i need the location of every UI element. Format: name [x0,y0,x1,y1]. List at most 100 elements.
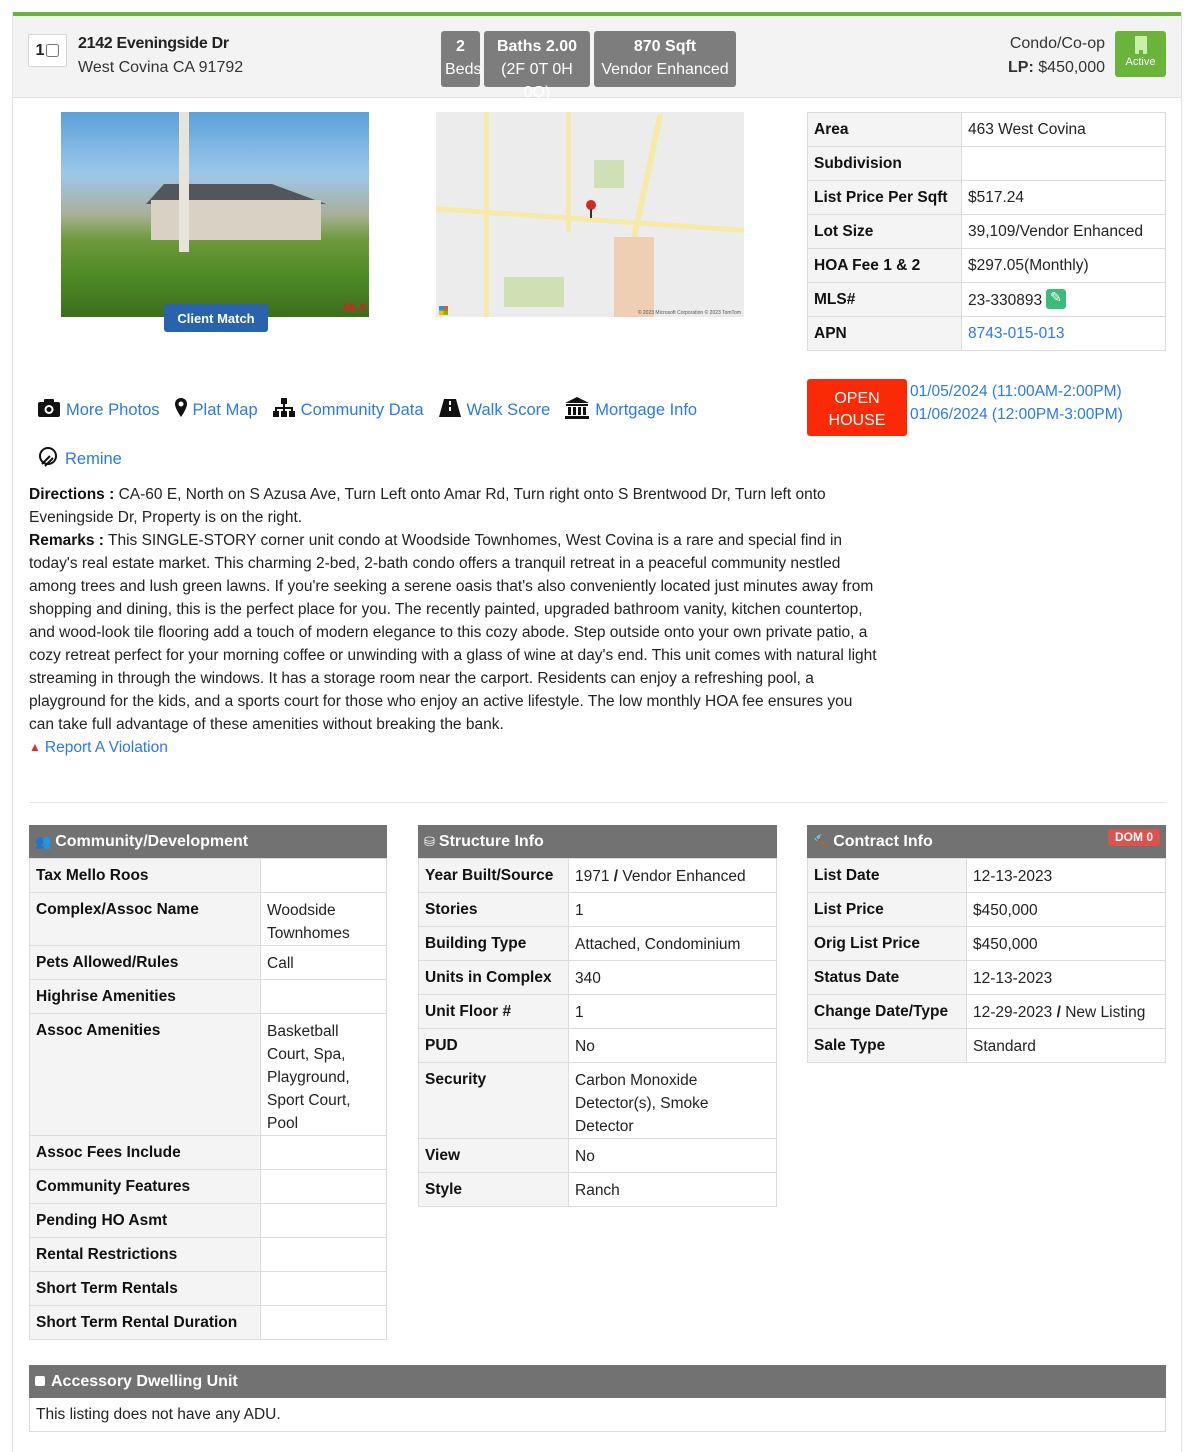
community-data-link[interactable]: Community Data [272,398,424,423]
table-row: Pets Allowed/Rules Call [29,945,387,980]
table-row: Change Date/Type 12-29-2023 / New Listing [807,994,1166,1029]
table-row: APN 8743-015-013 [807,316,1166,351]
client-match-button[interactable]: Client Match [164,304,268,332]
row-value [260,1169,387,1204]
row-label: List Date [807,858,967,893]
table-row: View No [418,1138,777,1173]
row-label: Pets Allowed/Rules [29,945,261,980]
map-road [566,112,571,232]
row-value: $450,000 [966,892,1166,927]
table-row: Sale Type Standard [807,1028,1166,1063]
open-house-date[interactable]: 01/05/2024 (11:00AM-2:00PM) [910,380,1123,403]
apn-link[interactable]: 8743-015-013 [968,325,1065,342]
table-row: Highrise Amenities [29,979,387,1014]
property-type-block: Condo/Co-op LP: $450,000 [1008,32,1105,80]
remine-link[interactable]: Remine [37,446,122,473]
row-label: Change Date/Type [807,994,967,1029]
action-label: More Photos [66,401,160,419]
street-address[interactable]: 2142 Eveningside Dr [78,32,243,56]
table-row: Complex/Assoc Name Woodside Townhomes [29,892,387,946]
row-select[interactable]: 1 [28,34,67,67]
panel-title: Accessory Dwelling Unit [51,1373,238,1390]
change-type: New Listing [1065,1004,1146,1021]
stat-badges: 2 Beds Baths 2.00 (2F 0T 0H 0Q) 870 Sqft… [441,31,736,101]
row-value: 463 West Covina [961,112,1166,147]
report-violation-link[interactable]: ▲ Report A Violation [29,736,881,759]
open-house-button[interactable]: OPEN HOUSE [807,379,907,436]
row-value: 12-29-2023 / New Listing [966,994,1166,1029]
edit-icon[interactable] [1046,289,1067,309]
row-label: Status Date [807,960,967,995]
road-icon [438,398,462,423]
table-row: Year Built/Source 1971 / Vendor Enhanced [418,858,777,893]
action-links: More Photos Plat Map Community Data Walk… [37,397,697,424]
table-row: Assoc Amenities Basketball Court, Spa, Pl… [29,1013,387,1136]
photo-house [151,200,321,240]
mls-cell: 23-330893 [961,282,1166,317]
table-row: Assoc Fees Include [29,1135,387,1170]
row-value: No [568,1138,777,1173]
listing-photo[interactable]: MLS [61,112,369,317]
bank-icon [564,397,590,424]
table-row: PUD No [418,1028,777,1063]
row-value [260,1237,387,1272]
row-value: $517.24 [961,180,1166,215]
baths-detail: (2F 0T 0H 0Q) [501,61,573,101]
beds-badge: 2 Beds [441,31,481,87]
mls-number: 23-330893 [968,292,1043,309]
row-label: Tax Mello Roos [29,858,261,893]
microsoft-logo [439,306,448,315]
property-type: Condo/Co-op [1009,35,1105,52]
row-label: Area [807,112,962,147]
row-label: Highrise Amenities [29,979,261,1014]
row-label: Stories [418,892,569,927]
sitemap-icon [272,398,296,423]
cubes-icon: ⛁ [424,834,435,849]
table-row: Community Features [29,1169,387,1204]
users-icon: 👥 [35,834,52,849]
open-house-dates: 01/05/2024 (11:00AM-2:00PM) 01/06/2024 (… [910,380,1123,426]
row-label: Assoc Fees Include [29,1135,261,1170]
walk-score-link[interactable]: Walk Score [438,398,550,423]
table-row: Stories 1 [418,892,777,927]
open-house-date[interactable]: 01/06/2024 (12:00PM-3:00PM) [910,403,1123,426]
row-value: 1 [568,892,777,927]
community-table: Tax Mello Roos Complex/Assoc Name Woodsid… [29,858,387,1340]
table-row: Building Type Attached, Condominium [418,926,777,961]
map-zone [614,237,654,317]
row-value: Woodside Townhomes [260,892,387,946]
table-row: HOA Fee 1 & 2 $297.05(Monthly) [807,248,1166,283]
listing-card: 1 2142 Eveningside Dr West Covina CA 917… [12,12,1182,1452]
table-row: Tax Mello Roos [29,858,387,893]
table-row: MLS# 23-330893 [807,282,1166,317]
row-value [260,858,387,893]
plat-map-link[interactable]: Plat Map [174,397,258,424]
row-label: List Price Per Sqft [807,180,962,215]
baths-badge: Baths 2.00 (2F 0T 0H 0Q) [484,31,590,101]
panel-title: Contract Info [833,833,933,850]
row-label: Subdivision [807,146,962,181]
row-label: Pending HO Asmt [29,1203,261,1238]
row-checkbox[interactable] [46,44,60,57]
remine-icon [37,446,59,473]
row-label: PUD [418,1028,569,1063]
row-value: Call [260,945,387,980]
section-divider [29,802,1166,803]
location-map[interactable]: © 2023 Microsoft Corporation © 2023 TomT… [436,112,744,317]
list-price-line: LP: $450,000 [1008,56,1105,80]
row-value: Basketball Court, Spa, Playground, Sport… [260,1013,387,1136]
map-park [504,277,564,307]
more-photos-link[interactable]: More Photos [37,398,160,423]
panel-header: ⛁ Structure Info [418,825,777,858]
year-built: 1971 [575,868,610,885]
gavel-icon: 🔨 [813,834,830,849]
row-label: Rental Restrictions [29,1237,261,1272]
mortgage-info-link[interactable]: Mortgage Info [564,397,697,424]
beds-value: 2 [456,38,465,55]
table-row: Rental Restrictions [29,1237,387,1272]
row-value: $297.05(Monthly) [961,248,1166,283]
sqft-source: Vendor Enhanced [601,61,729,78]
table-row: Area 463 West Covina [807,112,1166,147]
baths-value: Baths 2.00 [496,38,578,55]
row-value: 1 [568,994,777,1029]
